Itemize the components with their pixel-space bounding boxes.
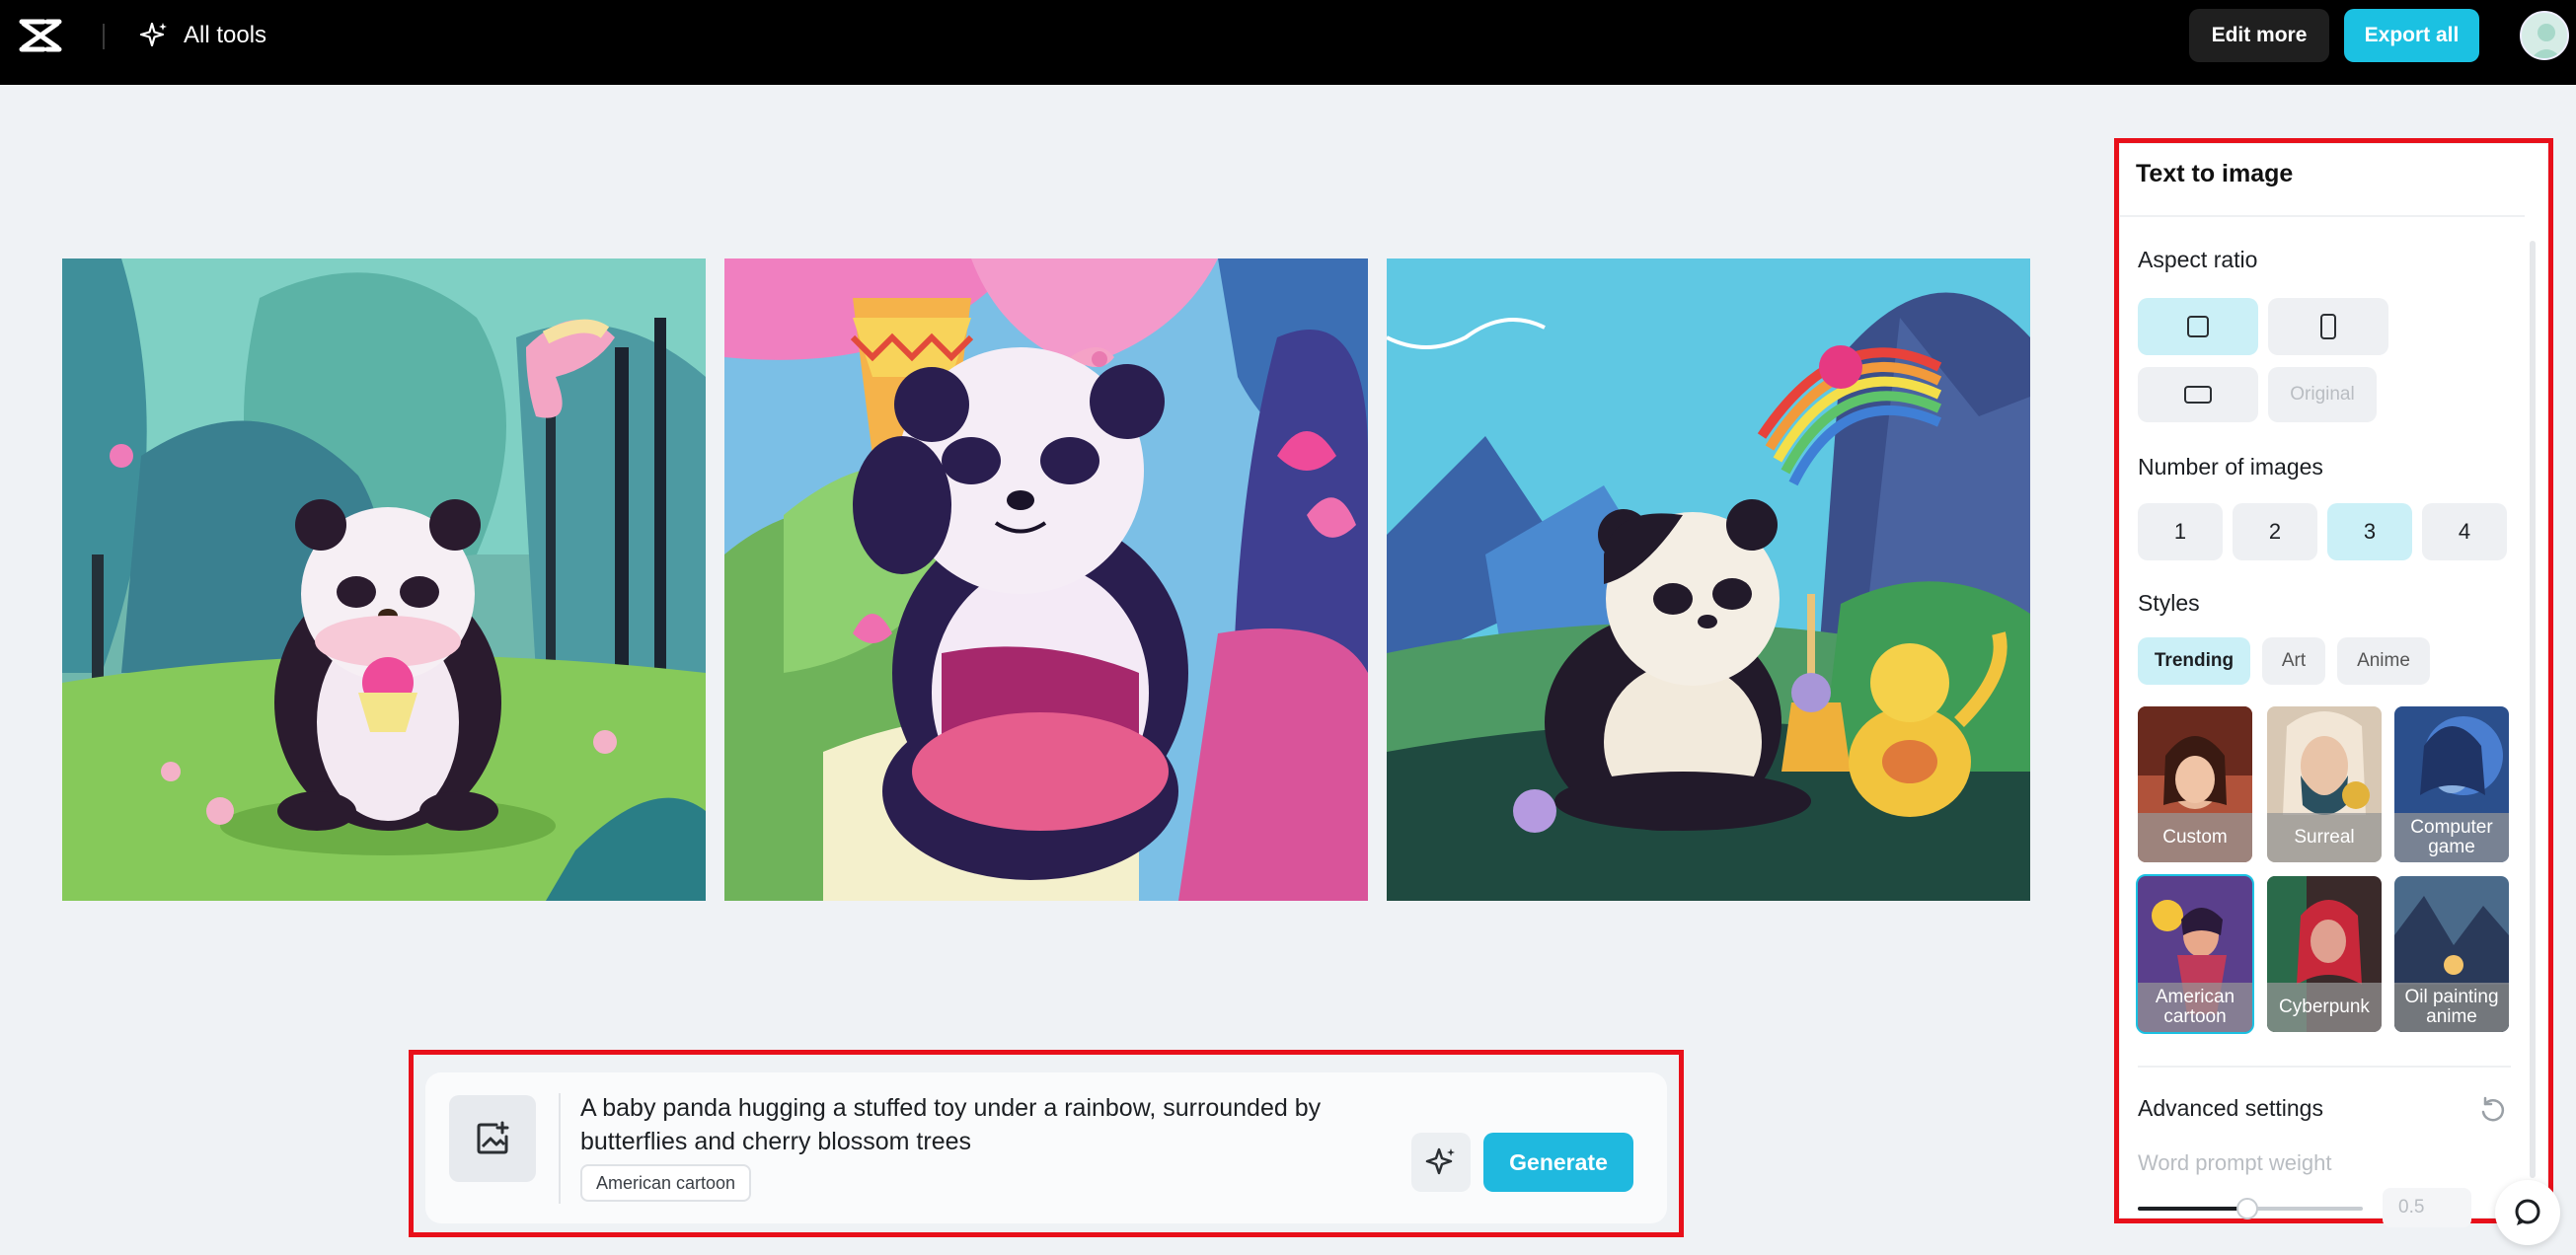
number-of-images-label: Number of images bbox=[2138, 454, 2323, 480]
generated-image-3[interactable] bbox=[1387, 258, 2030, 901]
reset-icon[interactable] bbox=[2477, 1095, 2507, 1125]
style-card-custom[interactable]: Custom bbox=[2138, 706, 2252, 862]
prompt-input[interactable]: A baby panda hugging a stuffed toy under… bbox=[580, 1091, 1390, 1158]
landscape-ratio-icon bbox=[2184, 386, 2212, 404]
advanced-settings-label: Advanced settings bbox=[2138, 1095, 2323, 1122]
edit-more-button[interactable]: Edit more bbox=[2189, 9, 2329, 62]
avatar[interactable] bbox=[2520, 11, 2569, 60]
aspect-portrait-button[interactable] bbox=[2268, 298, 2388, 355]
panel-divider bbox=[2120, 215, 2525, 217]
style-card-label: Computer game bbox=[2394, 813, 2509, 862]
panel-scrollbar[interactable] bbox=[2530, 241, 2536, 1178]
num-images-4-button[interactable]: 4 bbox=[2422, 503, 2507, 560]
style-card-label: Cyberpunk bbox=[2267, 983, 2382, 1032]
style-card-label: American cartoon bbox=[2138, 983, 2252, 1032]
style-card-cyberpunk[interactable]: Cyberpunk bbox=[2267, 876, 2382, 1032]
panel-title: Text to image bbox=[2136, 160, 2293, 188]
sparkle-icon bbox=[138, 20, 170, 51]
style-card-label: Surreal bbox=[2267, 813, 2382, 862]
chat-bubble-icon bbox=[2511, 1196, 2544, 1229]
style-card-surreal[interactable]: Surreal bbox=[2267, 706, 2382, 862]
style-card-label: Oil painting anime bbox=[2394, 983, 2509, 1032]
styles-label: Styles bbox=[2138, 590, 2200, 617]
capcut-logo-icon[interactable] bbox=[18, 16, 63, 55]
help-button[interactable] bbox=[2495, 1180, 2560, 1245]
topbar-divider bbox=[103, 24, 105, 49]
style-card-american-cartoon[interactable]: American cartoon bbox=[2138, 876, 2252, 1032]
aspect-square-button[interactable] bbox=[2138, 298, 2258, 355]
aspect-ratio-label: Aspect ratio bbox=[2138, 247, 2257, 273]
style-card-computer-game[interactable]: Computer game bbox=[2394, 706, 2509, 862]
square-ratio-icon bbox=[2187, 316, 2209, 337]
style-card-label: Custom bbox=[2138, 813, 2252, 862]
word-prompt-weight-label: Word prompt weight bbox=[2138, 1150, 2331, 1176]
advanced-divider bbox=[2138, 1066, 2511, 1068]
generated-image-1[interactable] bbox=[62, 258, 706, 901]
enhance-prompt-button[interactable] bbox=[1411, 1133, 1471, 1192]
top-bar: All tools Edit more Export all bbox=[0, 0, 2576, 85]
export-all-button[interactable]: Export all bbox=[2344, 9, 2479, 62]
num-images-3-button[interactable]: 3 bbox=[2327, 503, 2412, 560]
aspect-landscape-button[interactable] bbox=[2138, 367, 2258, 422]
generate-button[interactable]: Generate bbox=[1483, 1133, 1633, 1192]
prompt-divider bbox=[559, 1093, 561, 1204]
image-add-icon bbox=[473, 1119, 512, 1158]
all-tools-button[interactable]: All tools bbox=[138, 18, 266, 53]
tab-anime[interactable]: Anime bbox=[2337, 637, 2430, 685]
num-images-2-button[interactable]: 2 bbox=[2233, 503, 2317, 560]
generated-image-2[interactable] bbox=[724, 258, 1368, 901]
sparkle-icon bbox=[1423, 1144, 1459, 1180]
num-images-1-button[interactable]: 1 bbox=[2138, 503, 2223, 560]
aspect-original-button[interactable]: Original bbox=[2268, 367, 2377, 422]
word-prompt-weight-slider-fill bbox=[2138, 1207, 2246, 1211]
tab-art[interactable]: Art bbox=[2262, 637, 2325, 685]
user-avatar-icon bbox=[2522, 13, 2569, 60]
word-prompt-weight-input[interactable]: 0.5 bbox=[2383, 1188, 2471, 1227]
style-card-oil-painting-anime[interactable]: Oil painting anime bbox=[2394, 876, 2509, 1032]
word-prompt-weight-slider-thumb[interactable] bbox=[2236, 1198, 2258, 1219]
all-tools-label: All tools bbox=[184, 22, 266, 49]
prompt-style-tag[interactable]: American cartoon bbox=[580, 1164, 751, 1202]
tab-trending[interactable]: Trending bbox=[2138, 637, 2250, 685]
reference-image-button[interactable] bbox=[449, 1095, 536, 1182]
portrait-ratio-icon bbox=[2320, 314, 2336, 339]
